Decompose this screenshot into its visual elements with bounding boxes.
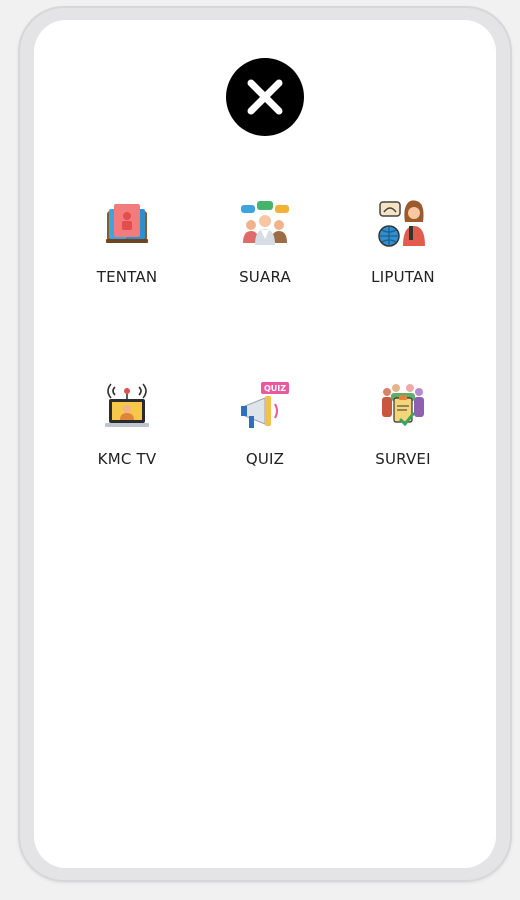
- close-button[interactable]: [226, 58, 304, 136]
- menu-item-liputan[interactable]: LIPUTAN: [334, 196, 472, 378]
- menu-item-label: SURVEI: [375, 450, 431, 468]
- menu-item-label: SUARA: [239, 268, 291, 286]
- menu-item-suara[interactable]: SUARA: [196, 196, 334, 378]
- menu-item-label: KMC TV: [97, 450, 157, 468]
- close-icon: [247, 79, 283, 115]
- people-chat-icon: [237, 196, 293, 252]
- menu-item-label: QUIZ: [245, 450, 285, 468]
- menu-item-label: TENTAN: [96, 268, 158, 286]
- menu-item-quiz[interactable]: QUIZ QUIZ: [196, 378, 334, 560]
- survey-crowd-icon: [375, 378, 431, 434]
- menu-screen: TENTAN SUARA LIPUTAN KMC TV QUIZ QUIZ SU…: [34, 20, 496, 868]
- book-icon: [99, 196, 155, 252]
- menu-item-tentan[interactable]: TENTAN: [58, 196, 196, 378]
- phone-frame: TENTAN SUARA LIPUTAN KMC TV QUIZ QUIZ SU…: [18, 6, 512, 882]
- reporter-globe-icon: [375, 196, 431, 252]
- menu-grid: TENTAN SUARA LIPUTAN KMC TV QUIZ QUIZ SU…: [58, 196, 472, 560]
- megaphone-quiz-icon: QUIZ: [237, 378, 293, 434]
- menu-item-label: LIPUTAN: [371, 268, 435, 286]
- broadcast-laptop-icon: [99, 378, 155, 434]
- menu-item-survei[interactable]: SURVEI: [334, 378, 472, 560]
- quiz-badge-text: QUIZ: [264, 384, 286, 393]
- menu-item-kmc-tv[interactable]: KMC TV: [58, 378, 196, 560]
